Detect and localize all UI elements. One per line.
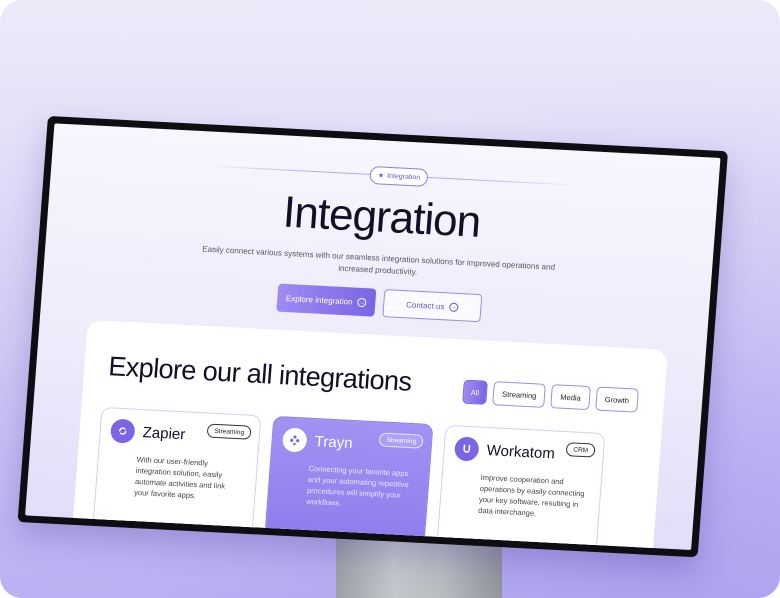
zapier-icon xyxy=(109,418,136,444)
workatom-icon xyxy=(453,436,480,462)
page-subtitle: Easily connect various systems with our … xyxy=(202,244,556,277)
page-title: Integration xyxy=(281,187,483,247)
card-tag: CRM xyxy=(565,442,596,458)
monitor: ★ Integration Integration Easily connect… xyxy=(17,116,729,558)
card-description: With our user-friendly integration solut… xyxy=(133,454,226,501)
explore-integration-label: Explore integration xyxy=(285,293,354,307)
card-name: Trayn xyxy=(314,433,354,453)
filter-streaming[interactable]: Streaming xyxy=(492,381,547,408)
integrations-panel: Explore our all integrations All Streami… xyxy=(69,319,668,550)
card-description: Improve cooperation and operations by ea… xyxy=(477,472,585,518)
badge-label: Integration xyxy=(386,172,421,182)
integration-cards: Zapier Streaming With our user-friendly … xyxy=(90,406,642,550)
star-icon: ★ xyxy=(377,172,385,180)
filter-all[interactable]: All xyxy=(461,379,489,405)
contact-us-label: Contact us xyxy=(405,299,445,311)
section-title: Explore our all integrations xyxy=(107,351,413,397)
arrow-right-icon: → xyxy=(449,302,459,312)
filter-tabs: All Streaming Media Growth xyxy=(461,379,639,413)
card-tag: Streaming xyxy=(378,432,424,449)
card-description: Connecting your favorite apps and your a… xyxy=(305,463,410,508)
filter-growth[interactable]: Growth xyxy=(594,386,639,413)
contact-us-button[interactable]: Contact us → xyxy=(382,289,483,323)
trayn-icon xyxy=(281,427,308,453)
card-trayn[interactable]: Trayn Streaming Connecting your favorite… xyxy=(262,415,434,550)
background-canvas: ★ Integration Integration Easily connect… xyxy=(0,0,780,598)
explore-integration-button[interactable]: Explore integration → xyxy=(276,283,377,317)
filter-media[interactable]: Media xyxy=(550,384,591,411)
card-name: Zapier xyxy=(142,424,186,444)
card-name: Workatom xyxy=(486,442,556,463)
card-workatom[interactable]: Workatom CRM Improve cooperation and ope… xyxy=(434,424,606,550)
arrow-right-icon: → xyxy=(357,297,368,307)
card-tag: Streaming xyxy=(206,423,252,440)
monitor-screen: ★ Integration Integration Easily connect… xyxy=(25,123,721,550)
integration-badge: ★ Integration xyxy=(369,165,429,187)
